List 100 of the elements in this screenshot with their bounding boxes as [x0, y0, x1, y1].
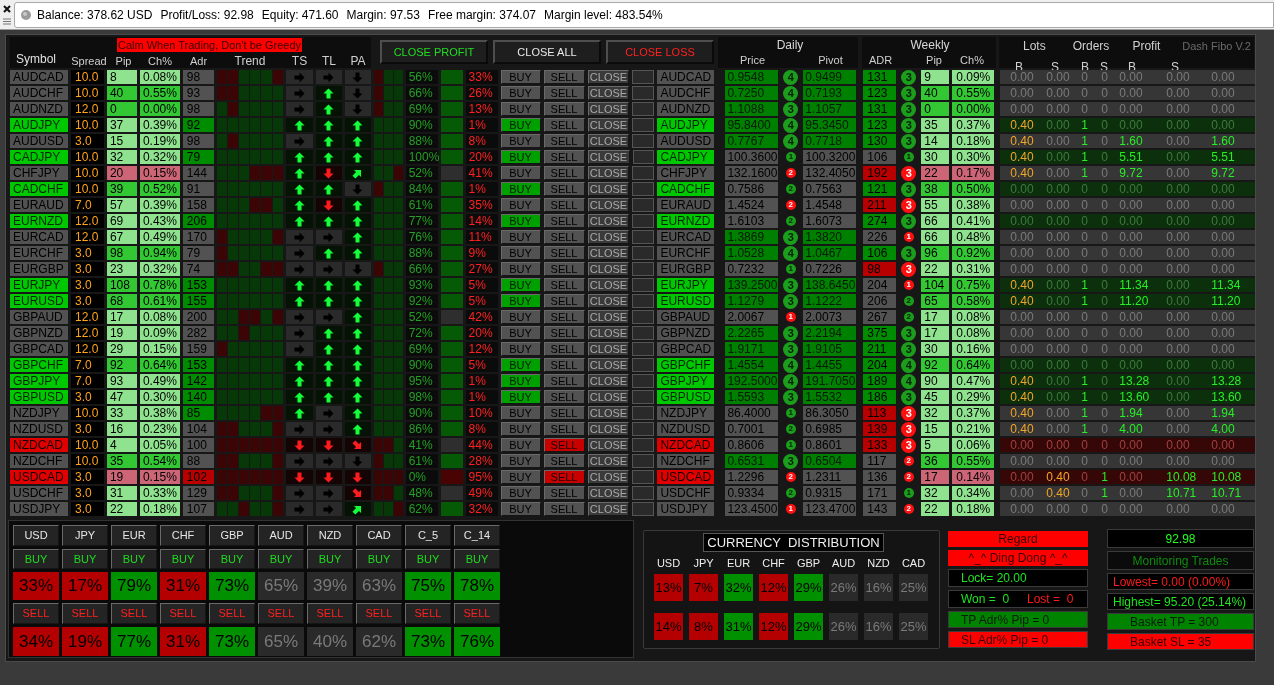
- blank-button[interactable]: [632, 134, 655, 148]
- blank-button[interactable]: [632, 118, 655, 132]
- sell-button[interactable]: SELL: [543, 86, 585, 100]
- sell-button[interactable]: SELL: [543, 150, 585, 164]
- buy-button[interactable]: BUY: [500, 230, 541, 244]
- close-button[interactable]: CLOSE: [587, 262, 630, 276]
- sell-button[interactable]: SELL: [543, 246, 585, 260]
- blank-button[interactable]: [632, 182, 655, 196]
- blank-button[interactable]: [632, 86, 655, 100]
- blank-button[interactable]: [632, 486, 655, 500]
- close-button[interactable]: CLOSE: [587, 182, 630, 196]
- blank-button[interactable]: [632, 262, 655, 276]
- currency-button[interactable]: GBP: [209, 525, 255, 546]
- close-all-button[interactable]: CLOSE ALL: [493, 40, 601, 64]
- buy-button[interactable]: BUY: [500, 374, 541, 388]
- blank-button[interactable]: [632, 470, 655, 484]
- buy-button[interactable]: BUY: [111, 549, 157, 569]
- buy-button[interactable]: BUY: [500, 214, 541, 228]
- close-button[interactable]: CLOSE: [587, 358, 630, 372]
- close-loss-button[interactable]: CLOSE LOSS: [606, 40, 714, 64]
- buy-button[interactable]: BUY: [160, 549, 206, 569]
- close-button[interactable]: CLOSE: [587, 230, 630, 244]
- sell-button[interactable]: SELL: [543, 214, 585, 228]
- close-button[interactable]: CLOSE: [587, 502, 630, 516]
- grip-icon[interactable]: [3, 18, 11, 25]
- close-button[interactable]: CLOSE: [587, 422, 630, 436]
- sell-button[interactable]: SELL: [543, 198, 585, 212]
- close-button[interactable]: CLOSE: [587, 86, 630, 100]
- close-button[interactable]: CLOSE: [587, 374, 630, 388]
- close-button[interactable]: CLOSE: [587, 342, 630, 356]
- sell-button[interactable]: SELL: [543, 438, 585, 452]
- sell-button[interactable]: SELL: [160, 603, 206, 624]
- blank-button[interactable]: [632, 278, 655, 292]
- blank-button[interactable]: [632, 326, 655, 340]
- blank-button[interactable]: [632, 150, 655, 164]
- buy-button[interactable]: BUY: [500, 150, 541, 164]
- close-button[interactable]: CLOSE: [587, 134, 630, 148]
- buy-button[interactable]: BUY: [500, 166, 541, 180]
- sell-button[interactable]: SELL: [111, 603, 157, 624]
- blank-button[interactable]: [632, 230, 655, 244]
- close-button[interactable]: CLOSE: [587, 326, 630, 340]
- blank-button[interactable]: [632, 246, 655, 260]
- sell-button[interactable]: SELL: [543, 70, 585, 84]
- sell-button[interactable]: SELL: [543, 374, 585, 388]
- buy-button[interactable]: BUY: [500, 502, 541, 516]
- buy-button[interactable]: BUY: [500, 422, 541, 436]
- buy-button[interactable]: BUY: [500, 326, 541, 340]
- blank-button[interactable]: [632, 342, 655, 356]
- close-button[interactable]: CLOSE: [587, 150, 630, 164]
- buy-button[interactable]: BUY: [500, 438, 541, 452]
- close-button[interactable]: CLOSE: [587, 198, 630, 212]
- sell-button[interactable]: SELL: [543, 230, 585, 244]
- buy-button[interactable]: BUY: [500, 294, 541, 308]
- close-button[interactable]: CLOSE: [587, 294, 630, 308]
- buy-button[interactable]: BUY: [500, 406, 541, 420]
- currency-button[interactable]: NZD: [307, 525, 353, 546]
- buy-button[interactable]: BUY: [500, 486, 541, 500]
- blank-button[interactable]: [632, 310, 655, 324]
- buy-button[interactable]: BUY: [500, 118, 541, 132]
- currency-button[interactable]: CAD: [356, 525, 402, 546]
- close-button[interactable]: CLOSE: [587, 278, 630, 292]
- buy-button[interactable]: BUY: [500, 246, 541, 260]
- buy-button[interactable]: BUY: [500, 310, 541, 324]
- close-button[interactable]: CLOSE: [587, 390, 630, 404]
- buy-button[interactable]: BUY: [356, 549, 402, 569]
- sell-button[interactable]: SELL: [307, 603, 353, 624]
- buy-button[interactable]: BUY: [500, 278, 541, 292]
- sell-button[interactable]: SELL: [13, 603, 59, 624]
- buy-button[interactable]: BUY: [405, 549, 451, 569]
- currency-button[interactable]: AUD: [258, 525, 304, 546]
- sell-button[interactable]: SELL: [543, 294, 585, 308]
- currency-button[interactable]: C_5: [405, 525, 451, 546]
- close-button[interactable]: CLOSE: [587, 70, 630, 84]
- close-button[interactable]: CLOSE: [587, 454, 630, 468]
- sell-button[interactable]: SELL: [543, 390, 585, 404]
- buy-button[interactable]: BUY: [500, 262, 541, 276]
- sell-button[interactable]: SELL: [209, 603, 255, 624]
- blank-button[interactable]: [632, 454, 655, 468]
- buy-button[interactable]: BUY: [62, 549, 108, 569]
- currency-button[interactable]: EUR: [111, 525, 157, 546]
- sell-button[interactable]: SELL: [405, 603, 451, 624]
- sell-button[interactable]: SELL: [543, 134, 585, 148]
- blank-button[interactable]: [632, 502, 655, 516]
- blank-button[interactable]: [632, 422, 655, 436]
- buy-button[interactable]: BUY: [500, 342, 541, 356]
- sell-button[interactable]: SELL: [543, 486, 585, 500]
- close-button[interactable]: CLOSE: [587, 310, 630, 324]
- sell-button[interactable]: SELL: [543, 118, 585, 132]
- buy-button[interactable]: BUY: [500, 134, 541, 148]
- buy-button[interactable]: BUY: [500, 70, 541, 84]
- blank-button[interactable]: [632, 294, 655, 308]
- close-button[interactable]: CLOSE: [587, 246, 630, 260]
- sell-button[interactable]: SELL: [62, 603, 108, 624]
- sell-button[interactable]: SELL: [543, 470, 585, 484]
- buy-button[interactable]: BUY: [209, 549, 255, 569]
- close-button[interactable]: CLOSE: [587, 166, 630, 180]
- sell-button[interactable]: SELL: [543, 182, 585, 196]
- sell-button[interactable]: SELL: [543, 166, 585, 180]
- sell-button[interactable]: SELL: [543, 102, 585, 116]
- blank-button[interactable]: [632, 198, 655, 212]
